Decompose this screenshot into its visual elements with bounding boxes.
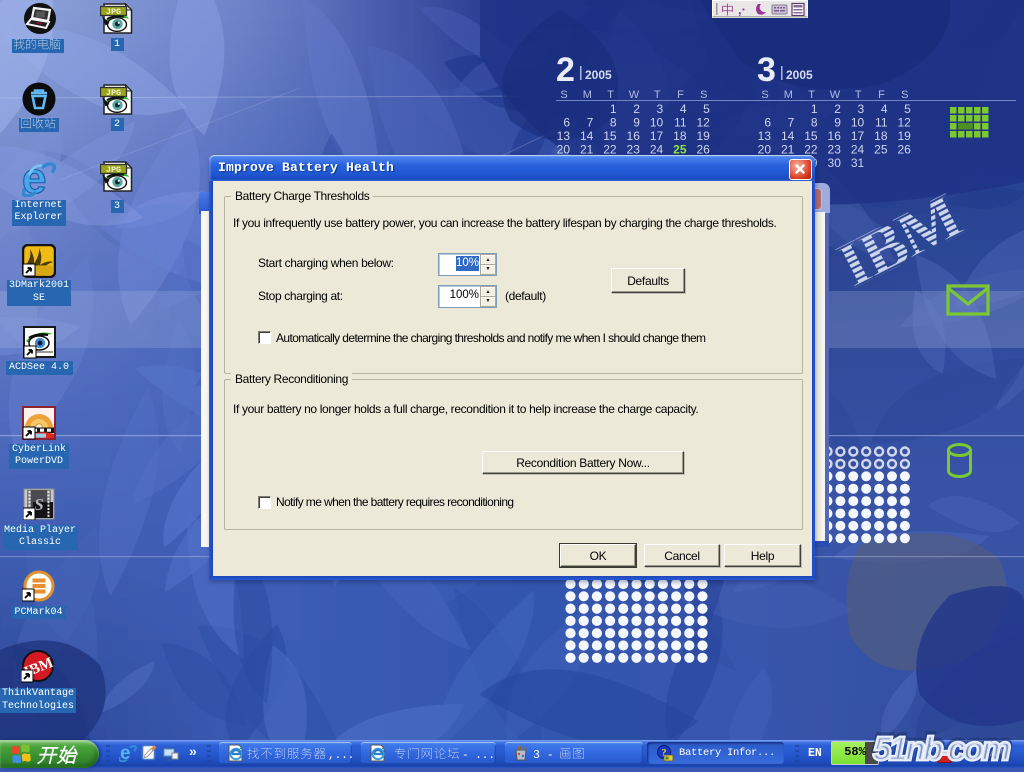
- svg-text:17: 17: [851, 129, 865, 143]
- svg-text:,·: ,·: [738, 2, 746, 17]
- svg-text:T: T: [607, 89, 614, 101]
- svg-text:S: S: [560, 89, 567, 101]
- svg-text:4: 4: [881, 102, 888, 116]
- svg-text:15: 15: [603, 129, 617, 143]
- svg-text:14: 14: [781, 129, 795, 143]
- svg-text:1: 1: [610, 102, 617, 116]
- svg-text:18: 18: [673, 129, 687, 143]
- svg-text:3: 3: [858, 102, 865, 116]
- svg-text:2: 2: [834, 102, 841, 116]
- svg-text:S: S: [761, 89, 768, 101]
- svg-text:F: F: [878, 89, 885, 101]
- svg-text:3: 3: [657, 102, 664, 116]
- svg-text:18: 18: [874, 129, 888, 143]
- svg-text:2: 2: [633, 102, 640, 116]
- svg-text:5: 5: [703, 102, 710, 116]
- svg-text:M: M: [784, 89, 793, 101]
- svg-text:23: 23: [828, 143, 842, 157]
- svg-text:14: 14: [580, 129, 594, 143]
- svg-text:6: 6: [563, 116, 570, 130]
- svg-text:T: T: [808, 89, 815, 101]
- svg-text:10: 10: [851, 116, 865, 130]
- svg-text:- ...: - ...: [462, 750, 495, 762]
- svg-text:12: 12: [897, 116, 911, 130]
- svg-text:9: 9: [633, 116, 640, 130]
- svg-text:S: S: [34, 495, 43, 514]
- svg-text:2005: 2005: [585, 68, 612, 82]
- svg-text:15: 15: [804, 129, 818, 143]
- svg-text:1: 1: [811, 102, 818, 116]
- svg-text:24: 24: [851, 143, 865, 157]
- svg-text:16: 16: [627, 129, 641, 143]
- svg-text:51nb-com: 51nb-com: [873, 731, 1010, 768]
- svg-text:11: 11: [875, 116, 888, 130]
- svg-text:T: T: [654, 89, 661, 101]
- svg-text:S: S: [901, 89, 908, 101]
- svg-text:30: 30: [828, 156, 842, 170]
- svg-text:9: 9: [834, 116, 841, 130]
- svg-text:7: 7: [788, 116, 795, 130]
- svg-text:25: 25: [874, 143, 888, 157]
- svg-text:8: 8: [811, 116, 818, 130]
- svg-text:6: 6: [764, 116, 771, 130]
- svg-text:16: 16: [828, 129, 842, 143]
- svg-text:M: M: [583, 89, 592, 101]
- svg-text:W: W: [629, 89, 640, 101]
- svg-text:12: 12: [696, 116, 710, 130]
- svg-text:W: W: [830, 89, 841, 101]
- svg-text:3: 3: [757, 51, 776, 89]
- svg-text:,...: ,...: [328, 750, 353, 762]
- svg-text:31: 31: [851, 156, 865, 170]
- svg-text:2005: 2005: [786, 68, 813, 82]
- svg-text:7: 7: [587, 116, 594, 130]
- svg-text:3 -: 3 -: [533, 749, 554, 762]
- svg-text:13: 13: [758, 129, 772, 143]
- svg-text:4: 4: [680, 102, 687, 116]
- svg-text:13: 13: [557, 129, 571, 143]
- svg-text:10: 10: [650, 116, 664, 130]
- svg-text:17: 17: [650, 129, 664, 143]
- svg-text:T: T: [855, 89, 862, 101]
- svg-text:19: 19: [696, 129, 710, 143]
- svg-text:19: 19: [897, 129, 911, 143]
- svg-text:2: 2: [556, 51, 575, 89]
- svg-text:11: 11: [674, 116, 687, 130]
- svg-text:F: F: [677, 89, 684, 101]
- svg-text:8: 8: [610, 116, 617, 130]
- svg-text:5: 5: [904, 102, 911, 116]
- svg-text:S: S: [700, 89, 707, 101]
- svg-text:26: 26: [897, 143, 911, 157]
